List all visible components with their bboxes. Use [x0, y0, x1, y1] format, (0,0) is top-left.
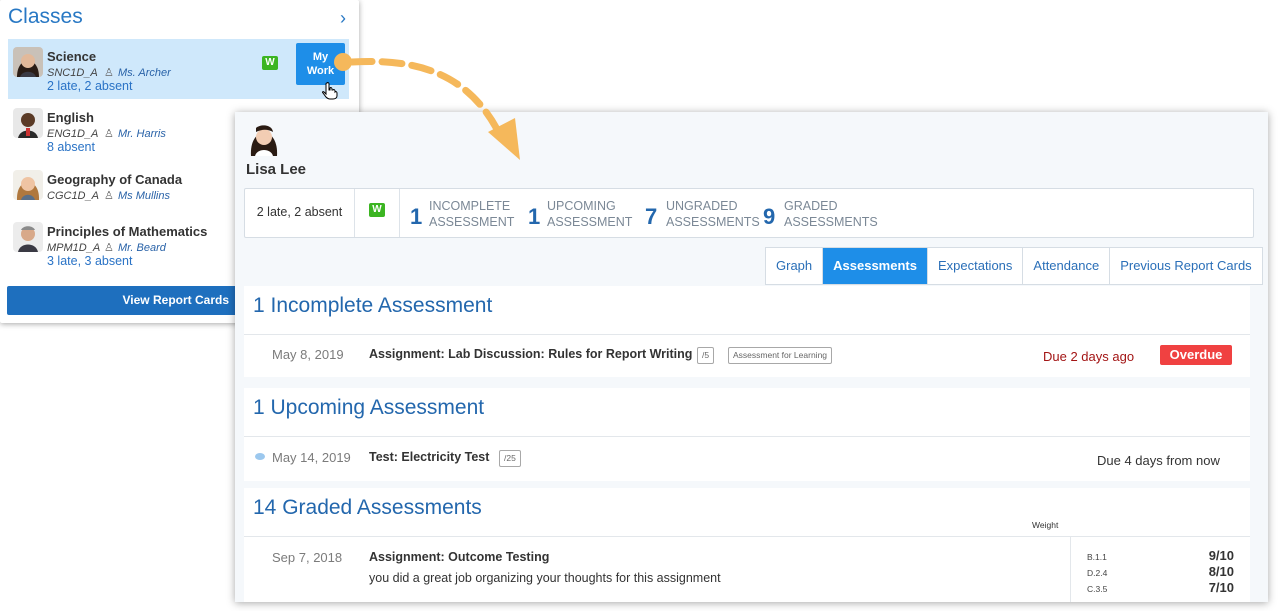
- teacher-icon: ♙: [104, 190, 114, 202]
- class-name: Principles of Mathematics: [47, 224, 208, 239]
- section-title: 1 Incomplete Assessment: [253, 294, 493, 317]
- weight-label: Weight: [1032, 520, 1059, 530]
- section-title: 1 Upcoming Assessment: [253, 396, 485, 419]
- class-name: English: [47, 110, 94, 125]
- teacher-name[interactable]: Mr. Beard: [118, 242, 166, 254]
- category-tag: Assessment for Learning: [728, 347, 833, 364]
- teacher-icon: ♙: [104, 128, 114, 140]
- graded-section-header: 14 Graded Assessments: [244, 488, 1250, 536]
- class-attendance[interactable]: 2 late, 2 absent: [47, 79, 132, 93]
- teacher-avatar: [13, 170, 43, 200]
- tab-assessments[interactable]: Assessments: [823, 248, 928, 284]
- tabs: Graph Assessments Expectations Attendanc…: [765, 247, 1263, 285]
- my-work-line1: My: [312, 51, 329, 63]
- student-panel: Lisa Lee 2 late, 2 absent W 1 INCOMPLETE…: [235, 112, 1268, 602]
- student-name: Lisa Lee: [246, 161, 307, 178]
- assessment-row[interactable]: Sep 7, 2018 Assignment: Outcome Testing …: [244, 536, 1250, 602]
- stat-number: 9: [763, 204, 776, 229]
- out-of-tag: /25: [499, 450, 521, 467]
- summary-w-cell: W: [355, 189, 400, 237]
- tab-graph[interactable]: Graph: [766, 248, 824, 284]
- expectation-code: B.1.1: [1087, 552, 1107, 562]
- stat-label: INCOMPLETE ASSESSMENT: [429, 199, 515, 229]
- out-of-tag: /5: [697, 347, 715, 364]
- tab-attendance[interactable]: Attendance: [1023, 248, 1111, 284]
- chevron-right-icon[interactable]: ›: [340, 8, 346, 29]
- my-work-line2: Work: [306, 65, 335, 77]
- summary-box: 2 late, 2 absent W 1 INCOMPLETE ASSESSMEN…: [244, 188, 1254, 238]
- stat-number: 1: [410, 204, 423, 229]
- my-work-button[interactable]: My Work: [296, 43, 345, 85]
- expectation-code: C.3.5: [1087, 584, 1108, 594]
- student-avatar: [246, 120, 282, 156]
- class-name: Geography of Canada: [47, 172, 183, 187]
- class-attendance[interactable]: 3 late, 3 absent: [47, 254, 132, 268]
- class-name: Science: [47, 49, 97, 64]
- class-code: CGC1D_A: [47, 190, 99, 202]
- student-attendance[interactable]: 2 late, 2 absent: [245, 189, 355, 237]
- section-title: 14 Graded Assessments: [253, 496, 482, 519]
- assessment-title[interactable]: Assignment: Lab Discussion: Rules for Re…: [369, 347, 692, 361]
- class-attendance[interactable]: 8 absent: [47, 140, 95, 154]
- assessment-row[interactable]: May 14, 2019 Test: Electricity Test /25 …: [244, 436, 1250, 481]
- stat-label: GRADED ASSESSMENTS: [784, 199, 878, 229]
- stat-label: UNGRADED ASSESSMENTS: [666, 199, 760, 229]
- teacher-avatar: [13, 47, 43, 77]
- teacher-name[interactable]: Mr. Harris: [118, 128, 166, 140]
- due-text: Due 2 days ago: [1043, 349, 1135, 364]
- class-code: ENG1D_A: [47, 128, 99, 140]
- assessment-date: Sep 7, 2018: [272, 550, 343, 565]
- expectation-score: 8/10: [1208, 564, 1234, 579]
- view-report-cards-button[interactable]: View Report Cards: [7, 286, 239, 315]
- expectation-code: D.2.4: [1087, 568, 1108, 578]
- teacher-icon: ♙: [104, 67, 114, 79]
- overdue-badge: Overdue: [1160, 345, 1232, 365]
- assessment-row[interactable]: May 8, 2019 Assignment: Lab Discussion: …: [244, 334, 1250, 377]
- tab-previous-report-cards[interactable]: Previous Report Cards: [1110, 248, 1262, 284]
- teacher-name[interactable]: Ms. Archer: [118, 67, 171, 79]
- assessment-date: May 14, 2019: [272, 450, 351, 465]
- stat-number: 1: [528, 204, 541, 229]
- teacher-name[interactable]: Ms Mullins: [118, 190, 170, 202]
- divider: [1070, 537, 1071, 602]
- w-badge: W: [262, 56, 278, 70]
- upcoming-section-header: 1 Upcoming Assessment: [244, 388, 1250, 436]
- assessment-comment: you did a great job organizing your thou…: [369, 571, 721, 585]
- classes-title: Classes: [8, 5, 83, 28]
- assessment-date: May 8, 2019: [272, 347, 344, 362]
- due-text: Due 4 days from now: [1097, 453, 1220, 468]
- hand-cursor-icon: [322, 82, 338, 105]
- class-code: MPM1D_A: [47, 242, 101, 254]
- incomplete-section-header: 1 Incomplete Assessment: [244, 286, 1250, 334]
- comment-icon: [255, 453, 265, 460]
- expectation-score: 9/10: [1208, 548, 1234, 563]
- w-badge: W: [369, 203, 385, 217]
- teacher-avatar: [13, 108, 43, 138]
- assessment-title[interactable]: Test: Electricity Test: [369, 450, 489, 464]
- class-row-science[interactable]: Science SNC1D_A ♙ Ms. Archer 2 late, 2 a…: [8, 39, 349, 99]
- teacher-avatar: [13, 222, 43, 252]
- tab-expectations[interactable]: Expectations: [928, 248, 1024, 284]
- assessment-title[interactable]: Assignment: Outcome Testing: [369, 550, 549, 564]
- stat-label: UPCOMING ASSESSMENT: [547, 199, 633, 229]
- class-code: SNC1D_A: [47, 67, 98, 79]
- teacher-icon: ♙: [104, 242, 114, 254]
- stat-number: 7: [645, 204, 658, 229]
- expectation-score: 7/10: [1208, 580, 1234, 595]
